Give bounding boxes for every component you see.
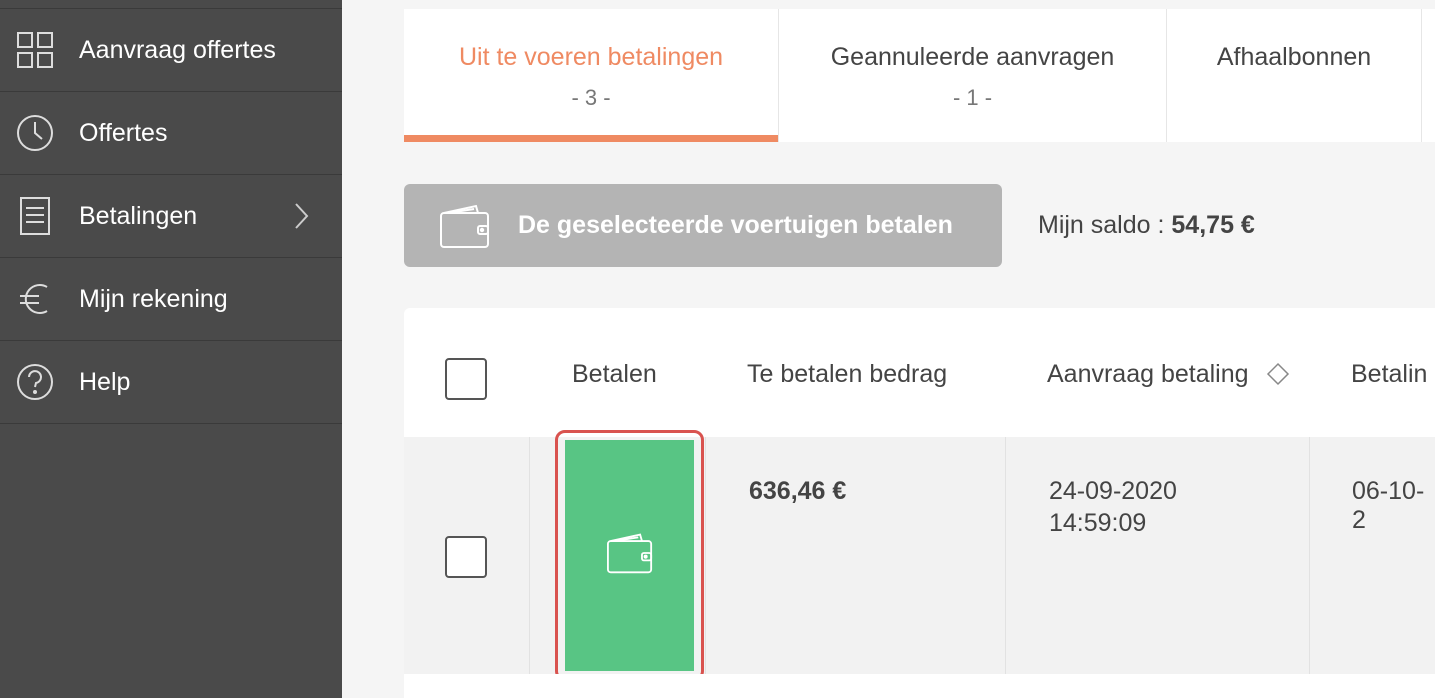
column-header-betaling: Betalin [1351,360,1428,388]
sidebar-item-mijn-rekening[interactable]: Mijn rekening [0,258,342,341]
grid-icon [15,30,55,70]
sidebar-item-label: Mijn rekening [79,284,228,313]
table-row: 636,46 € 24-09-2020 14:59:09 06-10-2 [404,430,1435,698]
column-divider [529,437,530,698]
sidebar-item-label: Aanvraag offertes [79,35,276,64]
table-row-next [404,674,1435,698]
tab-uit-te-voeren-betalingen[interactable]: Uit te voeren betalingen - 3 - [404,9,779,142]
amount-cell: 636,46 € [749,477,847,505]
column-divider [1309,437,1310,698]
sidebar-item-offertes[interactable]: Offertes [0,92,342,175]
request-time-cell: 14:59:09 [1049,509,1147,537]
tab-count: - 1 - [952,85,993,110]
column-header-te-betalen-bedrag: Te betalen bedrag [747,360,948,388]
column-header-aanvraag-betaling[interactable]: Aanvraag betaling [1047,360,1249,389]
sidebar-item-label: Help [79,367,131,396]
pay-selected-button[interactable]: De geselecteerde voertuigen betalen [404,184,1002,267]
chevron-right-icon [290,201,312,231]
document-icon [15,196,55,236]
wallet-icon [605,530,655,581]
wallet-icon [438,201,492,251]
table-header: Betalen Te betalen bedrag Aanvraag betal… [404,308,1435,437]
payment-date-cell: 06-10-2 [1352,477,1425,534]
column-header-betalen: Betalen [572,360,657,388]
tab-label: Geannuleerde aanvragen [830,43,1115,71]
sidebar-item-aanvraag-offertes[interactable]: Aanvraag offertes [0,9,342,92]
row-checkbox[interactable] [445,536,487,578]
tab-count: - 3 - [571,85,611,110]
pay-row-button[interactable] [555,430,704,681]
tab-label: Uit te voeren betalingen [458,43,724,71]
sidebar-item-label: Offertes [79,118,168,147]
main-content: Uit te voeren betalingen - 3 - Geannulee… [342,0,1435,698]
tab-bar: Uit te voeren betalingen - 3 - Geannulee… [404,9,1435,142]
tab-label: Afhaalbonnen [1216,43,1372,71]
euro-icon [15,279,55,319]
saldo-value: 54,75 € [1171,211,1255,239]
sort-icon[interactable] [1266,362,1290,391]
sidebar: Aanvraag offertes Offertes Betalingen Mi… [0,0,342,698]
tab-geannuleerde-aanvragen[interactable]: Geannuleerde aanvragen - 1 - [779,9,1167,142]
saldo-text: Mijn saldo : 54,75 € [1038,211,1255,240]
request-date-cell: 24-09-2020 [1049,477,1177,505]
column-divider [705,437,706,698]
sidebar-item-label: Betalingen [79,201,198,230]
column-divider [1005,437,1006,698]
clock-icon [15,113,55,153]
select-all-checkbox[interactable] [445,358,487,400]
sidebar-item-betalingen[interactable]: Betalingen [0,175,342,258]
sidebar-item-help[interactable]: Help [0,341,342,424]
saldo-label: Mijn saldo : [1038,211,1165,239]
help-icon [15,362,55,402]
tab-afhaalbonnen[interactable]: Afhaalbonnen [1167,9,1422,142]
pay-selected-label: De geselecteerde voertuigen betalen [518,211,953,239]
